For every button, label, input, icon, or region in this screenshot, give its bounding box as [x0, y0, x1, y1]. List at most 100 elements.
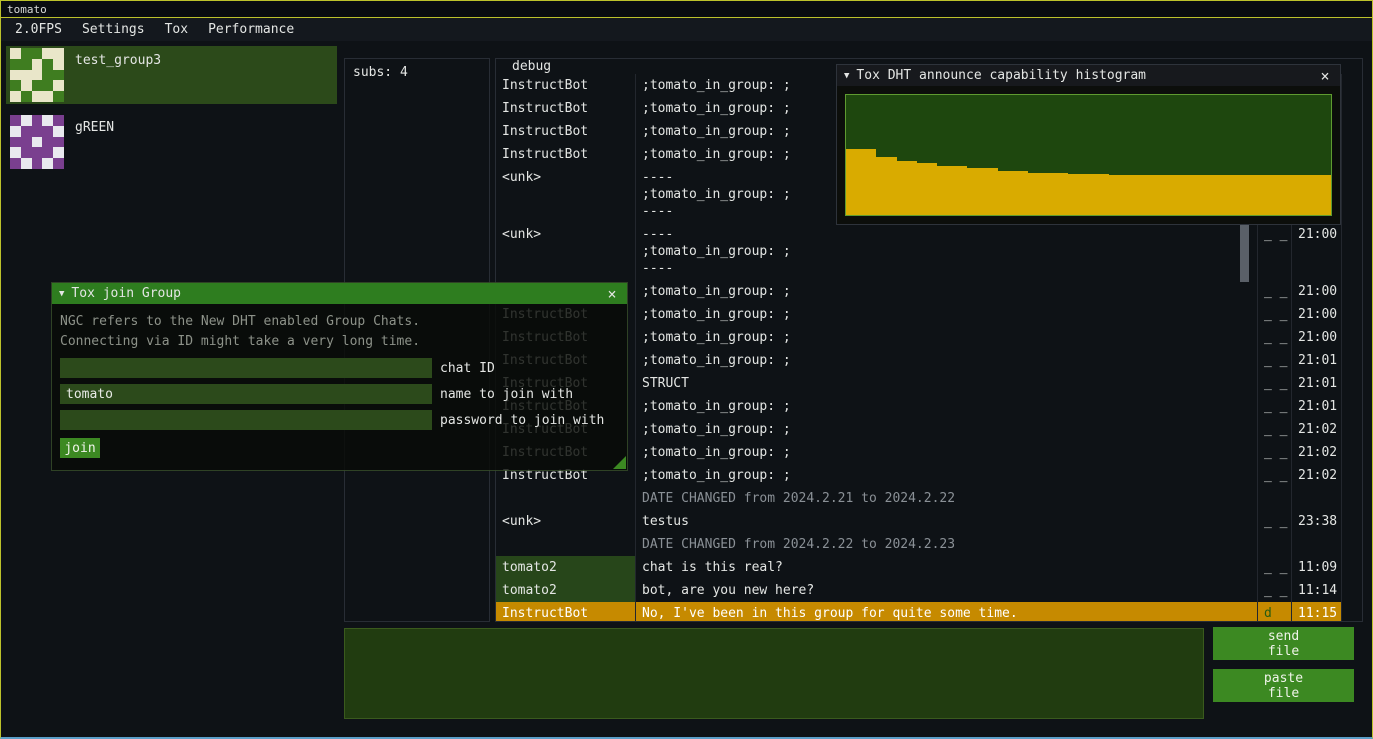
message-row[interactable]: InstructBot No, I've been in this group …: [496, 602, 1342, 621]
menu-item-tox[interactable]: Tox: [155, 19, 198, 40]
menu-item-settings[interactable]: Settings: [72, 19, 155, 40]
chat-id-input[interactable]: [60, 358, 432, 378]
avatar-cell: [21, 147, 32, 158]
message-row[interactable]: <unk> ---- ;tomato_in_group: ; ---- _ _ …: [496, 223, 1342, 280]
histogram-bar: [1291, 175, 1301, 215]
join-password-input[interactable]: [60, 410, 432, 430]
histogram-bar: [1311, 175, 1321, 215]
join-button[interactable]: join: [60, 438, 100, 458]
histogram-bar: [1038, 173, 1048, 215]
avatar-cell: [53, 115, 64, 126]
message-status-icons: _ _: [1258, 418, 1292, 441]
histogram-bar: [927, 163, 937, 215]
message-author: <unk>: [496, 223, 636, 280]
histogram-bar: [876, 157, 886, 215]
join-window-titlebar[interactable]: ▼ Tox join Group ×: [52, 283, 627, 304]
join-name-label: name to join with: [440, 387, 573, 402]
system-message-row: DATE CHANGED from 2024.2.22 to 2024.2.23: [496, 533, 1342, 556]
message-author: InstructBot: [496, 602, 636, 621]
join-name-input[interactable]: [60, 384, 432, 404]
send-file-button[interactable]: send file: [1213, 627, 1354, 660]
message-timestamp: 21:00: [1292, 326, 1342, 349]
histogram-bar: [1129, 175, 1139, 215]
message-author: <unk>: [496, 510, 636, 533]
message-timestamp: 11:15: [1292, 602, 1342, 621]
histogram-bar: [1159, 175, 1169, 215]
message-text: ;tomato_in_group: ;: [636, 303, 1258, 326]
message-row[interactable]: tomato2 chat is this real? _ _ 11:09: [496, 556, 1342, 579]
message-row[interactable]: tomato2 bot, are you new here? _ _ 11:14: [496, 579, 1342, 602]
avatar-cell: [32, 59, 43, 70]
avatar-cell: [32, 158, 43, 169]
avatar-cell: [42, 158, 53, 169]
histogram-plot: [845, 94, 1332, 216]
message-timestamp: 11:09: [1292, 556, 1342, 579]
avatar-cell: [10, 137, 21, 148]
message-text: STRUCT: [636, 372, 1258, 395]
avatar-cell: [21, 158, 32, 169]
app-window: tomato 2.0FPS Settings Tox Performance t…: [0, 0, 1373, 739]
message-status-icons: _ _: [1258, 464, 1292, 487]
message-author: InstructBot: [496, 120, 636, 143]
avatar-cell: [21, 80, 32, 91]
histogram-bar: [1220, 175, 1230, 215]
close-icon[interactable]: ×: [1317, 67, 1333, 85]
message-text: ;tomato_in_group: ;: [636, 326, 1258, 349]
histogram-window-title: Tox DHT announce capability histogram: [856, 68, 1310, 83]
avatar-cell: [32, 147, 43, 158]
avatar-cell: [42, 59, 53, 70]
message-timestamp: 21:01: [1292, 349, 1342, 372]
contact-name: test_group3: [75, 53, 161, 68]
window-titlebar: tomato: [1, 1, 1372, 18]
message-status-icons: _ _: [1258, 556, 1292, 579]
histogram-bar: [846, 149, 856, 215]
histogram-bar: [967, 168, 977, 215]
message-status-icons: _ _: [1258, 372, 1292, 395]
message-text: ;tomato_in_group: ;: [636, 280, 1258, 303]
message-status-icons: _ _: [1258, 441, 1292, 464]
message-status-icons: d: [1258, 602, 1292, 621]
collapse-icon[interactable]: ▼: [59, 289, 64, 299]
avatar-cell: [10, 158, 21, 169]
histogram-bar: [1301, 175, 1311, 215]
histogram-bar: [977, 168, 987, 215]
message-row[interactable]: <unk> testus _ _ 23:38: [496, 510, 1342, 533]
avatar-cell: [21, 48, 32, 59]
avatar-cell: [10, 48, 21, 59]
histogram-bar: [866, 149, 876, 215]
histogram-bar: [917, 163, 927, 215]
chat-scrollbar-thumb[interactable]: [1240, 224, 1249, 282]
resize-grip-icon[interactable]: [613, 456, 626, 469]
join-hint-line2: Connecting via ID might take a very long…: [60, 332, 619, 352]
avatar-cell: [53, 147, 64, 158]
avatar-cell: [21, 70, 32, 81]
avatar-cell: [53, 70, 64, 81]
fps-counter: 2.0FPS: [5, 19, 72, 40]
menu-item-performance[interactable]: Performance: [198, 19, 304, 40]
message-status-icons: _ _: [1258, 395, 1292, 418]
histogram-bar: [1119, 175, 1129, 215]
collapse-icon[interactable]: ▼: [844, 71, 849, 81]
avatar-cell: [10, 91, 21, 102]
histogram-bar: [1170, 175, 1180, 215]
sidebar-contact[interactable]: gREEN: [6, 113, 337, 171]
histogram-bar: [1230, 175, 1240, 215]
sidebar-contact[interactable]: test_group3: [6, 46, 337, 104]
close-icon[interactable]: ×: [604, 285, 620, 303]
histogram-window-titlebar[interactable]: ▼ Tox DHT announce capability histogram …: [837, 65, 1340, 86]
message-timestamp: 21:01: [1292, 395, 1342, 418]
message-timestamp: 21:02: [1292, 464, 1342, 487]
avatar-cell: [32, 137, 43, 148]
message-status-icons: _ _: [1258, 280, 1292, 303]
histogram-bar: [907, 161, 917, 215]
message-status-icons: _ _: [1258, 510, 1292, 533]
histogram-bar: [1321, 175, 1331, 215]
histogram-bar: [1008, 171, 1018, 215]
compose-input[interactable]: [344, 628, 1204, 719]
message-timestamp: 21:00: [1292, 223, 1342, 280]
message-status-icons: _ _: [1258, 326, 1292, 349]
message-status-icons: _ _: [1258, 579, 1292, 602]
avatar-cell: [10, 80, 21, 91]
paste-file-button[interactable]: paste file: [1213, 669, 1354, 702]
message-timestamp: [1292, 533, 1342, 556]
